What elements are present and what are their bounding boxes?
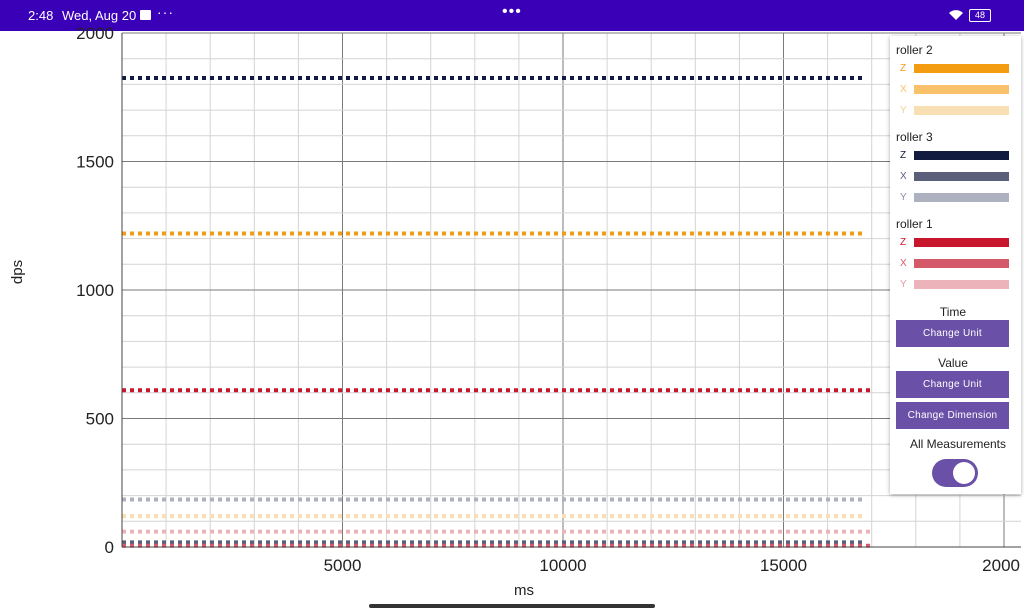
legend-group-title: roller 2: [896, 43, 933, 57]
legend-swatch[interactable]: [914, 259, 1009, 268]
legend-axis-label: X: [900, 258, 907, 269]
y-tick-label: 500: [86, 410, 114, 429]
value-change-unit-button[interactable]: Change Unit: [896, 371, 1009, 398]
legend-axis-label: X: [900, 171, 907, 182]
legend-group-title: roller 1: [896, 217, 933, 231]
legend-swatch[interactable]: [914, 85, 1009, 94]
all-measurements-label: All Measurements: [909, 437, 1007, 451]
legend-axis-label: Z: [900, 237, 907, 248]
x-tick-label: 15000: [760, 556, 807, 575]
x-tick-label: 2000: [982, 556, 1020, 575]
legend-swatch[interactable]: [914, 238, 1009, 247]
legend-axis-label: Y: [900, 105, 907, 116]
legend-swatch[interactable]: [914, 106, 1009, 115]
legend-axis-label: Z: [900, 150, 907, 161]
y-tick-label: 2000: [76, 24, 114, 43]
y-tick-label: 1000: [76, 281, 114, 300]
legend-axis-label: Y: [900, 279, 907, 290]
value-change-dimension-button[interactable]: Change Dimension: [896, 402, 1009, 429]
legend-swatch[interactable]: [914, 280, 1009, 289]
legend-panel: roller 2 Z X Yroller 3 Z X Yroller 1ZXY Time C…: [890, 36, 1021, 494]
chart-series: [122, 75, 872, 548]
x-tick-label: 10000: [539, 556, 586, 575]
y-axis-label: dps: [9, 260, 26, 284]
legend-swatch[interactable]: [914, 151, 1009, 160]
x-tick-label: 5000: [324, 556, 362, 575]
legend-swatch[interactable]: [914, 193, 1009, 202]
chart-grid: [121, 32, 1021, 548]
y-tick-label: 0: [105, 538, 114, 557]
value-label: Value: [938, 356, 968, 370]
navigation-handle[interactable]: [369, 604, 655, 608]
legend-axis-label: X: [900, 84, 907, 95]
y-tick-label: 1500: [76, 153, 114, 172]
time-label: Time: [939, 305, 967, 319]
all-measurements-toggle[interactable]: [932, 459, 978, 487]
time-change-unit-button[interactable]: Change Unit: [896, 320, 1009, 347]
legend-swatch[interactable]: [914, 64, 1009, 73]
legend-axis-label: Z: [900, 63, 907, 74]
sensor-chart[interactable]: 0 500 1000 1500 2000 5000 10000 15000 2000 ms dps: [0, 0, 1024, 614]
legend-group-title: roller 3: [896, 130, 933, 144]
legend-swatch[interactable]: [914, 172, 1009, 181]
x-axis-label: ms: [514, 582, 534, 599]
legend-axis-label: Y: [900, 192, 907, 203]
toggle-knob: [953, 462, 975, 484]
